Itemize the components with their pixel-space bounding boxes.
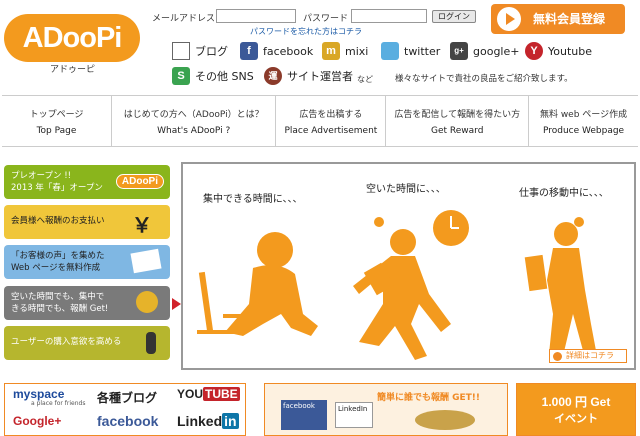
operator-icon: 運 <box>264 67 282 85</box>
googleplus-logo: Google+ <box>13 414 62 428</box>
side-purchase[interactable]: ユーザーの購入意欲を高める <box>4 326 170 360</box>
money-bag-icon <box>136 291 158 313</box>
youtube-logo: YOU TUBE <box>177 387 240 401</box>
login-button[interactable]: ログイン <box>432 10 476 23</box>
linkedin-card-icon: LinkedIn <box>335 402 373 428</box>
tagline: 様々なサイトで貴社の良品をご紹介致します。 <box>395 74 573 84</box>
event-label: イベント <box>554 412 598 425</box>
sns-youtube: Y Youtube <box>525 42 592 60</box>
details-link[interactable]: 詳細はコチラ <box>549 349 627 363</box>
banner-event[interactable]: 1.000 円 Get イベント <box>516 383 636 436</box>
active-arrow-icon <box>172 298 181 310</box>
password-label: パスワード <box>303 14 349 24</box>
kakushu-label: 各種ブログ <box>97 391 158 405</box>
main-nav: トップページ Top Page はじめての方へ（ADooPi）とは？ What's … <box>2 95 638 147</box>
event-amount: 1.000 円 Get <box>541 395 611 409</box>
nav-get-reward[interactable]: 広告を配信して報酬を得たい方 Get Reward <box>386 96 530 146</box>
email-field[interactable] <box>216 9 296 23</box>
nav-whats-adoopi[interactable]: はじめての方へ（ADooPi）とは？ What's ADooPi ? <box>112 96 277 146</box>
easy-reward-text: 簡単に誰でも報酬 GET!! <box>377 393 481 403</box>
sns-operator: 運サイト運営者 <box>264 67 353 85</box>
sns-facebook: f facebook <box>240 42 313 60</box>
sns-blog: ブログ <box>172 42 228 60</box>
free-register-button[interactable]: 無料会員登録 <box>491 4 625 34</box>
twitter-icon <box>381 42 399 60</box>
youtube-icon: Y <box>525 42 543 60</box>
forgot-password-link[interactable]: パスワードを忘れた方はコチラ <box>250 26 362 37</box>
play-icon <box>497 7 521 31</box>
hero-illustration <box>197 210 597 360</box>
facebook-logo: facebook <box>97 413 159 429</box>
myspace-sub: a place for friends <box>31 400 86 407</box>
walking-person-icon <box>146 332 156 354</box>
sns-etc: など <box>357 75 373 84</box>
email-label: メールアドレス <box>152 14 216 24</box>
facebook-card-icon: facebook <box>281 400 327 430</box>
side-reward[interactable]: 会員様へ報酬のお支払い ￥ <box>4 205 170 239</box>
coins-icon <box>415 410 475 430</box>
side-customer-voice[interactable]: 「お客様の声」を集めた Web ページを無料作成 <box>4 245 170 279</box>
lightbulb-icon-2 <box>574 217 584 227</box>
side-free-time[interactable]: 空いた時間でも、集中で きる時間でも、報酬 Get! <box>4 286 170 320</box>
banner-get-reward[interactable]: facebook LinkedIn 簡単に誰でも報酬 GET!! <box>264 383 508 436</box>
myspace-logo: myspace <box>13 387 65 401</box>
password-field[interactable] <box>351 9 427 23</box>
preopen-logo: ADooPi <box>115 174 164 189</box>
sns-twitter: twitter <box>381 42 440 60</box>
other-sns-icon: S <box>172 67 190 85</box>
walking-person-icon <box>353 229 451 360</box>
lightbulb-icon <box>374 217 384 227</box>
adoopi-logo[interactable]: ADooPi <box>4 14 140 62</box>
logo-subtitle: アドゥーピ <box>50 65 96 75</box>
banner-sns-logos[interactable]: myspace a place for friends 各種ブログ YOU TUB… <box>4 383 246 436</box>
sns-other: S その他 SNS <box>172 67 254 85</box>
googleplus-icon: g+ <box>450 42 468 60</box>
register-label: 無料会員登録 <box>533 12 606 26</box>
linkedin-logo: Linked in <box>177 413 239 429</box>
sns-googleplus: g+ google+ <box>450 42 519 60</box>
nav-produce-webpage[interactable]: 無料 web ページ作成 Produce Webpage <box>529 96 638 146</box>
sns-mixi: m mixi <box>322 42 368 60</box>
person-at-computer-icon <box>197 232 318 336</box>
mixi-icon: m <box>322 42 340 60</box>
yen-icon: ￥ <box>132 215 152 237</box>
nav-top-page[interactable]: トップページ Top Page <box>2 96 112 146</box>
hero-slideshow[interactable]: 集中できる時間に、、、 空いた時間に、、、 仕事の移動中に、、、 詳細はコチラ <box>181 162 636 370</box>
facebook-icon: f <box>240 42 258 60</box>
blog-icon <box>172 42 190 60</box>
side-preopen[interactable]: プレオープン !! 2013 年「春」オープン ADooPi <box>4 165 170 199</box>
businessman-with-tablet-icon <box>524 222 597 358</box>
nav-place-ad[interactable]: 広告を出稿する Place Advertisement <box>276 96 387 146</box>
